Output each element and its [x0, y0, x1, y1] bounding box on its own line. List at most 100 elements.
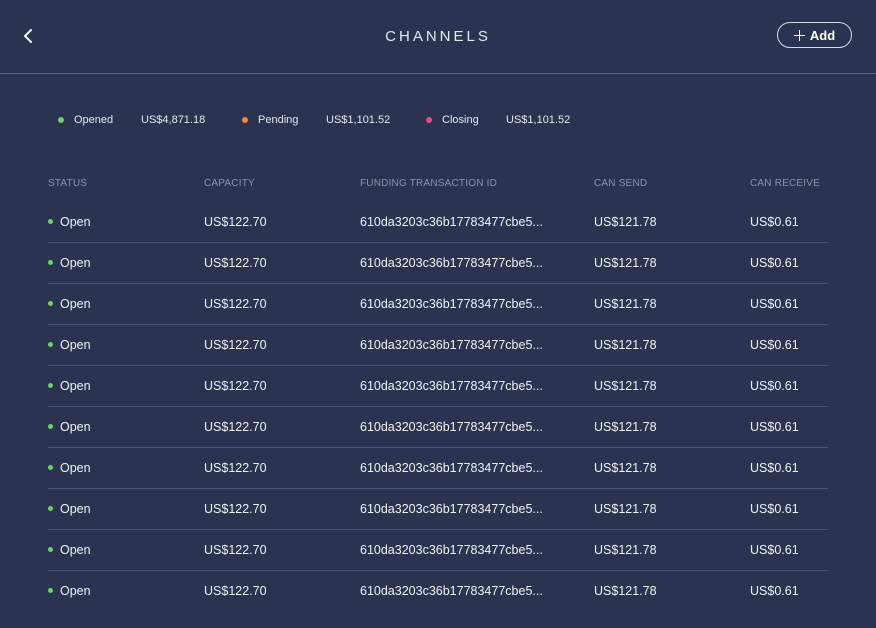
status-dot-icon — [48, 547, 53, 553]
table-row[interactable]: Open US$122.70 610da3203c36b17783477cbe5..… — [48, 407, 828, 448]
table-row[interactable]: Open US$122.70 610da3203c36b17783477cbe5..… — [48, 284, 828, 325]
status-cell: Open — [48, 338, 91, 352]
status-dot-icon — [48, 260, 53, 266]
table-row[interactable]: Open US$122.70 610da3203c36b17783477cbe5..… — [48, 243, 828, 284]
can-receive-cell: US$0.61 — [750, 543, 799, 557]
funding-transaction-id-cell: 610da3203c36b17783477cbe5... — [360, 297, 543, 311]
status-dot-icon — [48, 424, 53, 430]
can-receive-cell: US$0.61 — [750, 584, 799, 598]
table-row[interactable]: Open US$122.70 610da3203c36b17783477cbe5..… — [48, 366, 828, 407]
status-text: Open — [60, 379, 91, 393]
status-text: Open — [60, 338, 91, 352]
status-cell: Open — [48, 256, 91, 270]
table-row[interactable]: Open US$122.70 610da3203c36b17783477cbe5..… — [48, 448, 828, 489]
can-send-cell: US$121.78 — [594, 297, 657, 311]
funding-transaction-id-cell: 610da3203c36b17783477cbe5... — [360, 543, 543, 557]
status-dot-icon — [48, 219, 53, 225]
capacity-cell: US$122.70 — [204, 461, 267, 475]
can-send-cell: US$121.78 — [594, 543, 657, 557]
plus-icon — [793, 29, 805, 41]
column-header-funding-transaction-id[interactable]: FUNDING TRANSACTION ID — [360, 178, 497, 189]
funding-transaction-id-cell: 610da3203c36b17783477cbe5... — [360, 461, 543, 475]
status-text: Open — [60, 543, 91, 557]
status-cell: Open — [48, 297, 91, 311]
can-receive-cell: US$0.61 — [750, 461, 799, 475]
table-row[interactable]: Open US$122.70 610da3203c36b17783477cbe5..… — [48, 530, 828, 571]
table-row[interactable]: Open US$122.70 610da3203c36b17783477cbe5..… — [48, 489, 828, 530]
status-dot-icon — [48, 588, 53, 594]
summary-opened: Opened — [58, 114, 113, 126]
column-header-status[interactable]: STATUS — [48, 178, 87, 189]
add-channel-button[interactable]: Add — [777, 22, 852, 48]
summary-label: Pending — [258, 114, 299, 126]
column-header-capacity[interactable]: CAPACITY — [204, 178, 255, 189]
can-receive-cell: US$0.61 — [750, 215, 799, 229]
can-send-cell: US$121.78 — [594, 256, 657, 270]
channels-screen: CHANNELS Add Opened US$4,871.18 Pending … — [0, 0, 876, 628]
channels-table: STATUS CAPACITY FUNDING TRANSACTION ID C… — [48, 176, 828, 611]
status-dot-icon — [48, 301, 53, 307]
status-cell: Open — [48, 584, 91, 598]
can-send-cell: US$121.78 — [594, 379, 657, 393]
pending-status-dot — [242, 117, 248, 123]
status-cell: Open — [48, 215, 91, 229]
can-receive-cell: US$0.61 — [750, 502, 799, 516]
add-button-label: Add — [809, 27, 836, 43]
funding-transaction-id-cell: 610da3203c36b17783477cbe5... — [360, 584, 543, 598]
funding-transaction-id-cell: 610da3203c36b17783477cbe5... — [360, 215, 543, 229]
opened-status-dot — [58, 117, 64, 123]
status-cell: Open — [48, 543, 91, 557]
capacity-cell: US$122.70 — [204, 543, 267, 557]
capacity-cell: US$122.70 — [204, 502, 267, 516]
status-text: Open — [60, 215, 91, 229]
capacity-cell: US$122.70 — [204, 420, 267, 434]
closing-status-dot — [426, 117, 432, 123]
summary-label: Closing — [442, 114, 479, 126]
summary-amount: US$1,101.52 — [326, 114, 391, 126]
capacity-cell: US$122.70 — [204, 215, 267, 229]
funding-transaction-id-cell: 610da3203c36b17783477cbe5... — [360, 338, 543, 352]
can-send-cell: US$121.78 — [594, 584, 657, 598]
can-send-cell: US$121.78 — [594, 338, 657, 352]
capacity-cell: US$122.70 — [204, 297, 267, 311]
status-dot-icon — [48, 506, 53, 512]
funding-transaction-id-cell: 610da3203c36b17783477cbe5... — [360, 420, 543, 434]
can-send-cell: US$121.78 — [594, 420, 657, 434]
status-text: Open — [60, 297, 91, 311]
can-receive-cell: US$0.61 — [750, 297, 799, 311]
status-dot-icon — [48, 342, 53, 348]
can-receive-cell: US$0.61 — [750, 420, 799, 434]
can-send-cell: US$121.78 — [594, 461, 657, 475]
can-receive-cell: US$0.61 — [750, 379, 799, 393]
table-row[interactable]: Open US$122.70 610da3203c36b17783477cbe5..… — [48, 325, 828, 366]
capacity-cell: US$122.70 — [204, 256, 267, 270]
status-text: Open — [60, 461, 91, 475]
summary-amount: US$4,871.18 — [141, 114, 206, 126]
status-cell: Open — [48, 461, 91, 475]
table-row[interactable]: Open US$122.70 610da3203c36b17783477cbe5..… — [48, 571, 828, 611]
capacity-cell: US$122.70 — [204, 338, 267, 352]
summary-pending: Pending — [242, 114, 298, 126]
can-send-cell: US$121.78 — [594, 502, 657, 516]
header: CHANNELS Add — [0, 0, 876, 74]
page-title: CHANNELS — [385, 28, 491, 45]
status-dot-icon — [48, 465, 53, 471]
status-dot-icon — [48, 383, 53, 389]
funding-transaction-id-cell: 610da3203c36b17783477cbe5... — [360, 502, 543, 516]
capacity-cell: US$122.70 — [204, 379, 267, 393]
status-text: Open — [60, 502, 91, 516]
status-text: Open — [60, 256, 91, 270]
status-text: Open — [60, 420, 91, 434]
table-body: Open US$122.70 610da3203c36b17783477cbe5..… — [48, 202, 828, 611]
summary-label: Opened — [74, 114, 114, 126]
column-header-can-send[interactable]: CAN SEND — [594, 178, 647, 189]
funding-transaction-id-cell: 610da3203c36b17783477cbe5... — [360, 256, 543, 270]
status-cell: Open — [48, 502, 91, 516]
status-text: Open — [60, 584, 91, 598]
can-receive-cell: US$0.61 — [750, 338, 799, 352]
table-row[interactable]: Open US$122.70 610da3203c36b17783477cbe5..… — [48, 202, 828, 243]
column-header-can-receive[interactable]: CAN RECEIVE — [750, 178, 820, 189]
summary-amount: US$1,101.52 — [506, 114, 571, 126]
status-cell: Open — [48, 420, 91, 434]
summary-closing: Closing — [426, 114, 479, 126]
